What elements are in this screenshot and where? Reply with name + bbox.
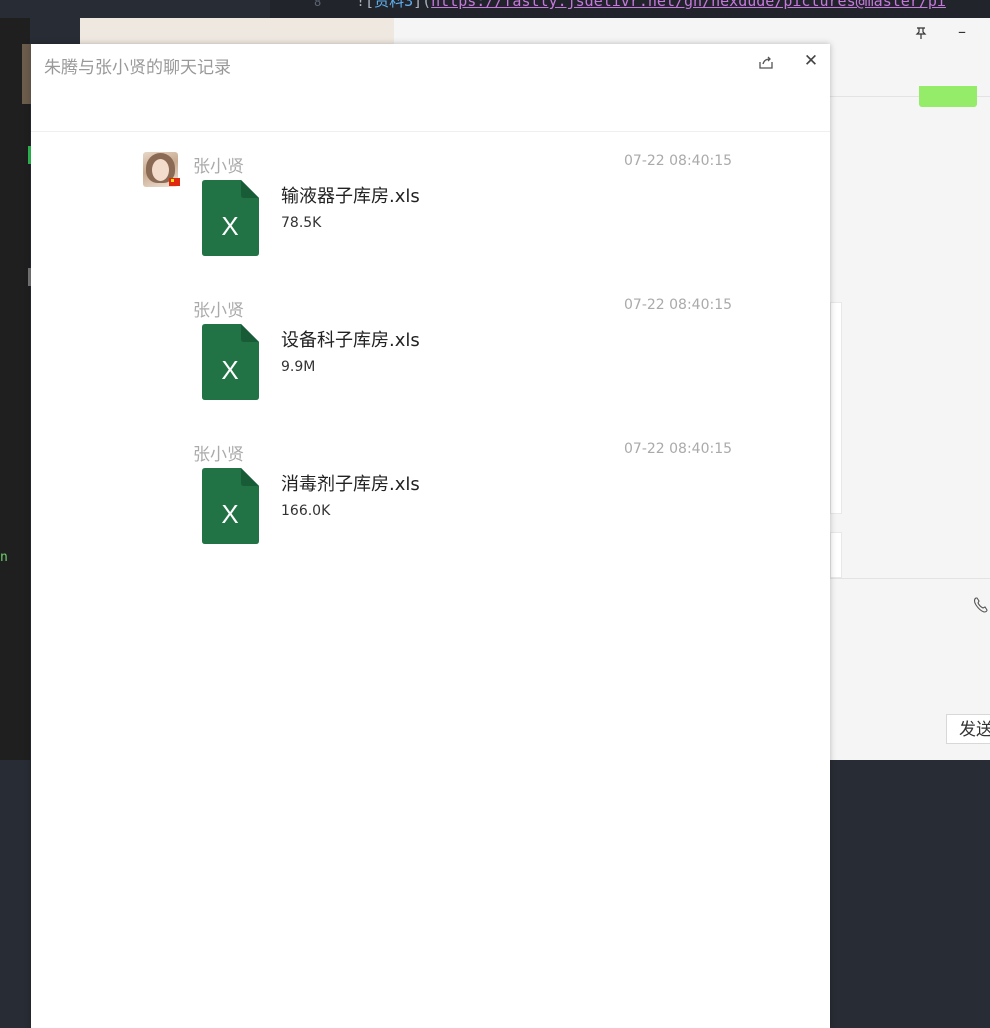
- file-message: 张小贤 07-22 08:40:15 X 输液器子库房.xls 78.5K: [31, 152, 830, 282]
- dialog-header-divider: [31, 131, 830, 132]
- editor-gutter: [0, 18, 31, 760]
- file-message: 张小贤 07-22 08:40:15 X 设备科子库房.xls 9.9M: [31, 296, 830, 426]
- message-time: 07-22 08:40:15: [624, 297, 733, 313]
- svg-text:X: X: [221, 499, 238, 529]
- pin-icon[interactable]: [914, 26, 928, 44]
- phone-icon[interactable]: [972, 596, 990, 619]
- file-name[interactable]: 设备科子库房.xls: [281, 326, 420, 352]
- svg-text:X: X: [221, 355, 238, 385]
- excel-file-icon[interactable]: X: [202, 180, 259, 256]
- gutter-thumbnail: [22, 44, 31, 104]
- minimize-button[interactable]: –: [958, 22, 966, 41]
- code-mid: ](: [413, 0, 432, 10]
- sender-name[interactable]: 张小贤: [193, 296, 244, 321]
- file-name[interactable]: 消毒剂子库房.xls: [281, 470, 420, 496]
- share-icon[interactable]: [756, 53, 776, 73]
- line-number: 8: [314, 0, 322, 9]
- excel-file-icon[interactable]: X: [202, 324, 259, 400]
- chat-bubble: [919, 86, 977, 107]
- code-link-text: 资料3: [374, 0, 414, 10]
- file-size: 78.5K: [281, 215, 322, 231]
- dialog-title: 朱腾与张小贤的聊天记录: [44, 58, 231, 78]
- file-size: 166.0K: [281, 503, 331, 519]
- sender-name[interactable]: 张小贤: [193, 440, 244, 465]
- chat-card: [830, 302, 842, 514]
- avatar-face: [152, 159, 169, 181]
- chat-card: [830, 532, 842, 578]
- side-letter: n: [0, 550, 8, 565]
- code-line: ![资料3](https://fastly.jsdelivr.net/gh/he…: [356, 0, 946, 9]
- close-button[interactable]: ✕: [800, 50, 822, 72]
- code-editor-bar: 8 ![资料3](https://fastly.jsdelivr.net/gh/…: [270, 0, 990, 18]
- file-name[interactable]: 输液器子库房.xls: [281, 182, 420, 208]
- send-button[interactable]: 发送: [946, 714, 990, 744]
- svg-text:X: X: [221, 211, 238, 241]
- file-size: 9.9M: [281, 359, 316, 375]
- china-flag-icon: [169, 178, 180, 186]
- sender-name[interactable]: 张小贤: [193, 152, 244, 177]
- message-time: 07-22 08:40:15: [624, 441, 733, 457]
- code-url[interactable]: https://fastly.jsdelivr.net/gh/hexdude/p…: [431, 0, 946, 10]
- file-message: 张小贤 07-22 08:40:15 X 消毒剂子库房.xls 166.0K: [31, 440, 830, 570]
- chat-history-dialog: 朱腾与张小贤的聊天记录 ✕ 张小贤 07-22 08:40:15 X 输液器子库…: [31, 44, 830, 1028]
- code-prefix: ![: [356, 0, 375, 10]
- wechat-title-strip: [80, 18, 394, 44]
- message-time: 07-22 08:40:15: [624, 153, 733, 169]
- excel-file-icon[interactable]: X: [202, 468, 259, 544]
